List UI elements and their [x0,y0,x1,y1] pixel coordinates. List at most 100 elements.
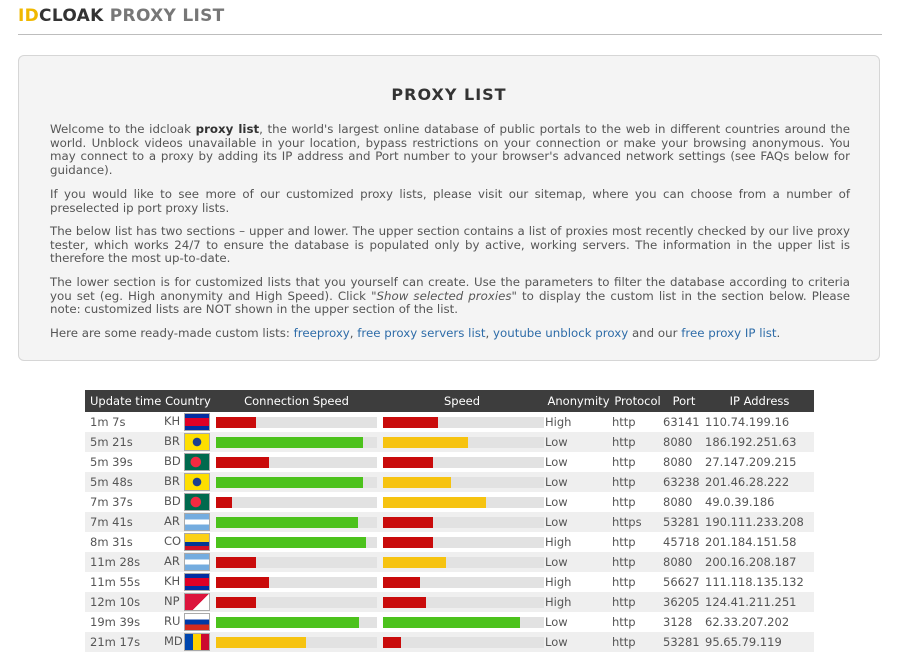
speed-bar [383,416,544,428]
update-time: 21m 17s [90,635,141,649]
logo-id: ID [18,6,40,26]
intro-paragraph-3: The below list has two sections – upper … [50,224,850,266]
protocol: http [612,535,636,549]
country-cell: AR [162,552,214,572]
connection-speed-fill [216,416,257,428]
country-code: NP [164,594,180,608]
speed-cell [379,592,545,612]
link-free-proxy-servers-list[interactable]: free proxy servers list [357,326,485,340]
col-protocol[interactable]: Protocol [612,390,663,412]
table-row[interactable]: 11m 28s AR Low http 8080 200.16.208.187 [85,552,814,572]
proxy-table: Update time Country Connection Speed Spe… [85,390,814,652]
speed-cell [379,472,545,492]
protocol: http [612,495,636,509]
country-cell: BD [162,492,214,512]
page-title: PROXY LIST [391,85,507,104]
country-code: KH [164,414,181,428]
speed-bar [383,436,544,448]
ip-address[interactable]: 124.41.211.251 [705,592,814,612]
ip-address[interactable]: 201.46.28.222 [705,472,814,492]
speed-fill [383,416,438,428]
link-freeproxy[interactable]: freeproxy [294,326,350,340]
header-divider [18,34,882,35]
port: 45718 [663,535,700,549]
country-cell: RU [162,612,214,632]
protocol: http [612,575,636,589]
table-row[interactable]: 1m 7s KH High http 63141 110.74.199.16 [85,412,814,432]
protocol: http [612,475,636,489]
ip-address[interactable]: 186.192.251.63 [705,432,814,452]
ip-address[interactable]: 27.147.209.215 [705,452,814,472]
speed-fill [383,456,433,468]
table-row[interactable]: 5m 48s BR Low http 63238 201.46.28.222 [85,472,814,492]
connection-speed-bar [216,616,377,628]
col-speed[interactable]: Speed [379,390,545,412]
speed-fill [383,476,451,488]
country-code: MD [164,634,183,648]
port: 53281 [663,515,700,529]
connection-speed-cell [214,412,379,432]
country-code: BR [164,434,180,448]
port: 8080 [663,555,693,569]
speed-cell [379,452,545,472]
speed-bar [383,456,544,468]
col-port[interactable]: Port [663,390,705,412]
col-update-time[interactable]: Update time [85,390,162,412]
port: 53281 [663,635,700,649]
logo-cloak: CLOAK [39,6,104,26]
ip-address[interactable]: 190.111.233.208 [705,512,814,532]
table-row[interactable]: 7m 41s AR Low https 53281 190.111.233.208 [85,512,814,532]
speed-cell [379,532,545,552]
anonymity: Low [545,635,568,649]
ip-address[interactable]: 49.0.39.186 [705,492,814,512]
update-time: 12m 10s [90,595,141,609]
col-country[interactable]: Country [162,390,214,412]
update-time: 11m 28s [90,555,141,569]
update-time: 7m 37s [90,495,133,509]
speed-fill [383,516,433,528]
table-row[interactable]: 5m 39s BD Low http 8080 27.147.209.215 [85,452,814,472]
speed-bar [383,616,544,628]
connection-speed-fill [216,616,360,628]
speed-bar [383,556,544,568]
anonymity: High [545,415,572,429]
table-row[interactable]: 12m 10s NP High http 36205 124.41.211.251 [85,592,814,612]
table-row[interactable]: 11m 55s KH High http 56627 111.118.135.132 [85,572,814,592]
ip-address[interactable]: 62.33.207.202 [705,612,814,632]
col-connection-speed[interactable]: Connection Speed [214,390,379,412]
flag-icon [184,593,210,611]
update-time: 1m 7s [90,415,126,429]
anonymity: Low [545,435,568,449]
flag-icon [184,493,210,511]
anonymity: Low [545,475,568,489]
connection-speed-cell [214,532,379,552]
table-row[interactable]: 21m 17s MD Low http 53281 95.65.79.119 [85,632,814,652]
protocol: http [612,615,636,629]
connection-speed-fill [216,436,363,448]
ip-address[interactable]: 200.16.208.187 [705,552,814,572]
link-youtube-unblock-proxy[interactable]: youtube unblock proxy [493,326,628,340]
connection-speed-bar [216,596,377,608]
ip-address[interactable]: 201.184.151.58 [705,532,814,552]
country-code: AR [164,554,180,568]
table-row[interactable]: 8m 31s CO High http 45718 201.184.151.58 [85,532,814,552]
update-time: 19m 39s [90,615,141,629]
speed-bar [383,516,544,528]
ip-address[interactable]: 95.65.79.119 [705,632,814,652]
ip-address[interactable]: 111.118.135.132 [705,572,814,592]
col-anonymity[interactable]: Anonymity [545,390,612,412]
table-row[interactable]: 7m 37s BD Low http 8080 49.0.39.186 [85,492,814,512]
table-row[interactable]: 19m 39s RU Low http 3128 62.33.207.202 [85,612,814,632]
speed-cell [379,552,545,572]
speed-fill [383,596,427,608]
connection-speed-bar [216,496,377,508]
col-ip-address[interactable]: IP Address [705,390,814,412]
protocol: http [612,635,636,649]
flag-icon [184,513,210,531]
table-row[interactable]: 5m 21s BR Low http 8080 186.192.251.63 [85,432,814,452]
site-logo[interactable]: IDCLOAK PROXY LIST [18,6,225,26]
speed-fill [383,556,446,568]
link-free-proxy-ip-list[interactable]: free proxy IP list [681,326,776,340]
connection-speed-cell [214,572,379,592]
ip-address[interactable]: 110.74.199.16 [705,412,814,432]
